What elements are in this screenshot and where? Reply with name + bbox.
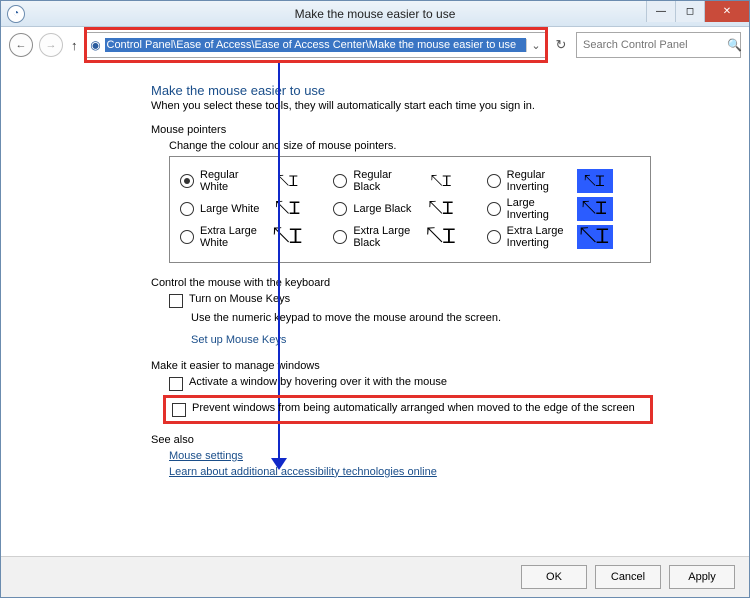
ok-button[interactable]: OK (521, 565, 587, 589)
pointer-option-regular-black[interactable]: Regular Black ↖Ꮖ (333, 169, 486, 193)
pointer-preview: ↖Ꮖ (423, 197, 459, 221)
pointer-option-regular-inverting[interactable]: Regular Inverting ↖Ꮖ (487, 169, 640, 193)
up-button[interactable]: ↑ (71, 38, 78, 53)
keyboard-mouse-title: Control the mouse with the keyboard (151, 277, 729, 289)
address-dropdown[interactable]: ⌄ (526, 39, 545, 52)
page-subline: When you select these tools, they will a… (151, 100, 729, 112)
checkbox-icon (172, 403, 186, 417)
address-bar[interactable]: ◉ Control Panel\Ease of Access\Ease of A… (86, 32, 547, 58)
pointer-preview: ↖Ꮖ (577, 169, 613, 193)
window-controls: — ◻ ✕ (646, 1, 749, 22)
window-title: Make the mouse easier to use (295, 7, 456, 21)
pointer-option-large-black[interactable]: Large Black ↖Ꮖ (333, 197, 486, 221)
nav-row: ← → ↑ ◉ Control Panel\Ease of Access\Eas… (1, 27, 749, 63)
radio-icon (487, 174, 501, 188)
ease-of-access-icon: ◔ (7, 5, 25, 23)
accessibility-tech-link[interactable]: Learn about additional accessibility tec… (169, 466, 729, 478)
checkbox-icon (169, 377, 183, 391)
titlebar: ◔ Make the mouse easier to use — ◻ ✕ (1, 1, 749, 27)
manage-windows-title: Make it easier to manage windows (151, 360, 729, 372)
pointer-preview: ↖Ꮖ (270, 197, 306, 221)
address-text: Control Panel\Ease of Access\Ease of Acc… (105, 38, 527, 52)
pointer-preview: ↖Ꮖ (577, 197, 613, 221)
search-input[interactable] (581, 38, 727, 52)
mouse-pointers-desc: Change the colour and size of mouse poin… (169, 140, 729, 152)
pointer-scheme-group: Regular White ↖Ꮖ Regular Black ↖Ꮖ Regula… (169, 156, 651, 263)
radio-icon (333, 174, 347, 188)
setup-mouse-keys-link[interactable]: Set up Mouse Keys (191, 334, 729, 346)
pointer-preview: ↖Ꮖ (423, 169, 459, 193)
minimize-button[interactable]: — (646, 1, 675, 22)
pointer-preview: ↖Ꮖ (270, 225, 306, 249)
checkbox-icon (169, 294, 183, 308)
annotation-highlight-option: Prevent windows from being automatically… (163, 395, 653, 424)
close-button[interactable]: ✕ (704, 1, 749, 22)
pointer-option-large-white[interactable]: Large White ↖Ꮖ (180, 197, 333, 221)
radio-icon (180, 230, 194, 244)
back-button[interactable]: ← (9, 33, 33, 57)
page-heading: Make the mouse easier to use (151, 83, 729, 98)
search-icon: 🔍 (727, 38, 742, 52)
cancel-button[interactable]: Cancel (595, 565, 661, 589)
mouse-keys-checkbox[interactable]: Turn on Mouse Keys (169, 293, 729, 308)
see-also-title: See also (151, 434, 729, 446)
pointer-option-xl-inverting[interactable]: Extra Large Inverting ↖Ꮖ (487, 225, 640, 249)
radio-icon (333, 202, 347, 216)
radio-icon (487, 202, 501, 216)
control-panel-window: ◔ Make the mouse easier to use — ◻ ✕ ← →… (0, 0, 750, 598)
mouse-settings-link[interactable]: Mouse settings (169, 450, 729, 462)
mouse-keys-desc: Use the numeric keypad to move the mouse… (191, 312, 729, 324)
location-icon: ◉ (87, 38, 105, 52)
pointer-preview: ↖Ꮖ (577, 225, 613, 249)
dialog-footer: OK Cancel Apply (1, 556, 749, 597)
mouse-pointers-title: Mouse pointers (151, 124, 729, 136)
forward-button[interactable]: → (39, 33, 63, 57)
pointer-preview: ↖Ꮖ (270, 169, 306, 193)
content-area: Make the mouse easier to use When you se… (1, 63, 749, 556)
pointer-option-regular-white[interactable]: Regular White ↖Ꮖ (180, 169, 333, 193)
pointer-preview: ↖Ꮖ (423, 225, 459, 249)
hover-activate-checkbox[interactable]: Activate a window by hovering over it wi… (169, 376, 729, 391)
apply-button[interactable]: Apply (669, 565, 735, 589)
pointer-option-large-inverting[interactable]: Large Inverting ↖Ꮖ (487, 197, 640, 221)
see-also-section: See also Mouse settings Learn about addi… (151, 434, 729, 478)
radio-icon (487, 230, 501, 244)
prevent-auto-arrange-checkbox[interactable]: Prevent windows from being automatically… (172, 402, 644, 417)
radio-icon (180, 174, 194, 188)
search-box[interactable]: 🔍 (576, 32, 741, 58)
refresh-button[interactable]: ↻ (552, 37, 570, 53)
pointer-option-xl-white[interactable]: Extra Large White ↖Ꮖ (180, 225, 333, 249)
pointer-option-xl-black[interactable]: Extra Large Black ↖Ꮖ (333, 225, 486, 249)
radio-icon (180, 202, 194, 216)
radio-icon (333, 230, 347, 244)
maximize-button[interactable]: ◻ (675, 1, 704, 22)
